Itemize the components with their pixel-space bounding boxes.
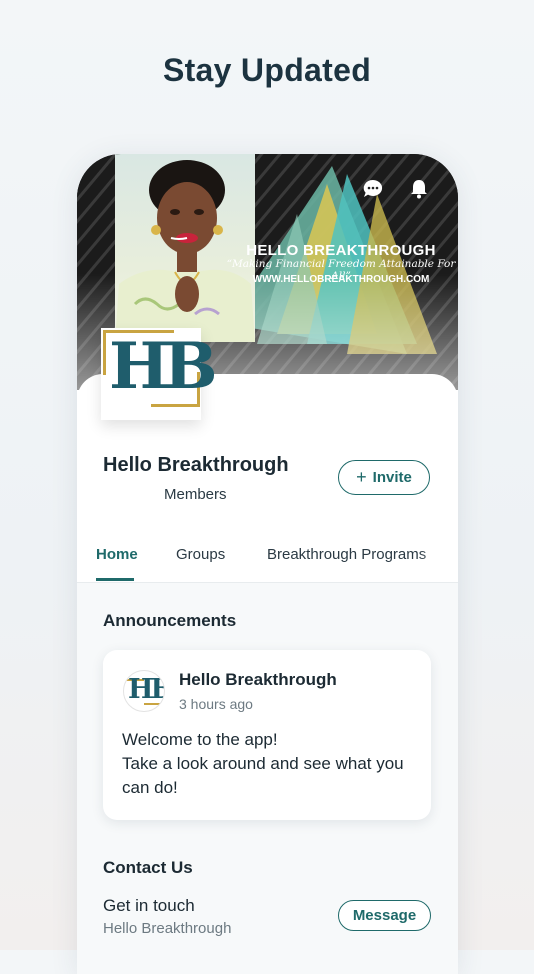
tab-breakthrough-programs[interactable]: Breakthrough Programs [267,546,426,563]
cover-url: WWW.HELLOBREAKTHROUGH.COM [252,274,430,285]
group-logo: HB [101,328,218,420]
invite-label: Invite [372,469,412,486]
contact-name: Hello Breakthrough [103,920,232,937]
contact-title: Contact Us [103,858,193,877]
group-name: Hello Breakthrough [103,454,289,476]
tab-home[interactable]: Home [96,546,138,563]
phone-frame: HELLO BREAKTHROUGH “Making Financial Fre… [77,154,458,974]
post-author: Hello Breakthrough [179,670,337,689]
post-body-line: Take a look around and see what you [122,754,404,773]
page-headline: Stay Updated [162,52,372,88]
tab-bar: Home Groups Breakthrough Programs [77,544,458,583]
post-body-line: can do! [122,778,178,797]
portrait-photo [115,154,255,342]
announcement-card[interactable]: HB Hello Breakthrough 3 hours ago Welcom… [103,650,431,820]
post-time: 3 hours ago [179,696,253,712]
message-button[interactable]: Message [338,900,431,931]
plus-icon: + [356,467,367,487]
cover-title: HELLO BREAKTHROUGH [246,242,436,259]
invite-button[interactable]: + Invite [338,460,430,495]
active-tab-indicator [96,578,134,581]
bell-icon[interactable] [408,178,430,200]
chat-icon[interactable] [362,178,384,200]
announcements-title: Announcements [103,611,237,630]
avatar: HB [123,670,165,712]
contact-subtitle: Get in touch [103,896,195,915]
tab-groups[interactable]: Groups [176,546,225,563]
post-body-line: Welcome to the app! [122,730,278,749]
members-link[interactable]: Members [164,486,227,503]
